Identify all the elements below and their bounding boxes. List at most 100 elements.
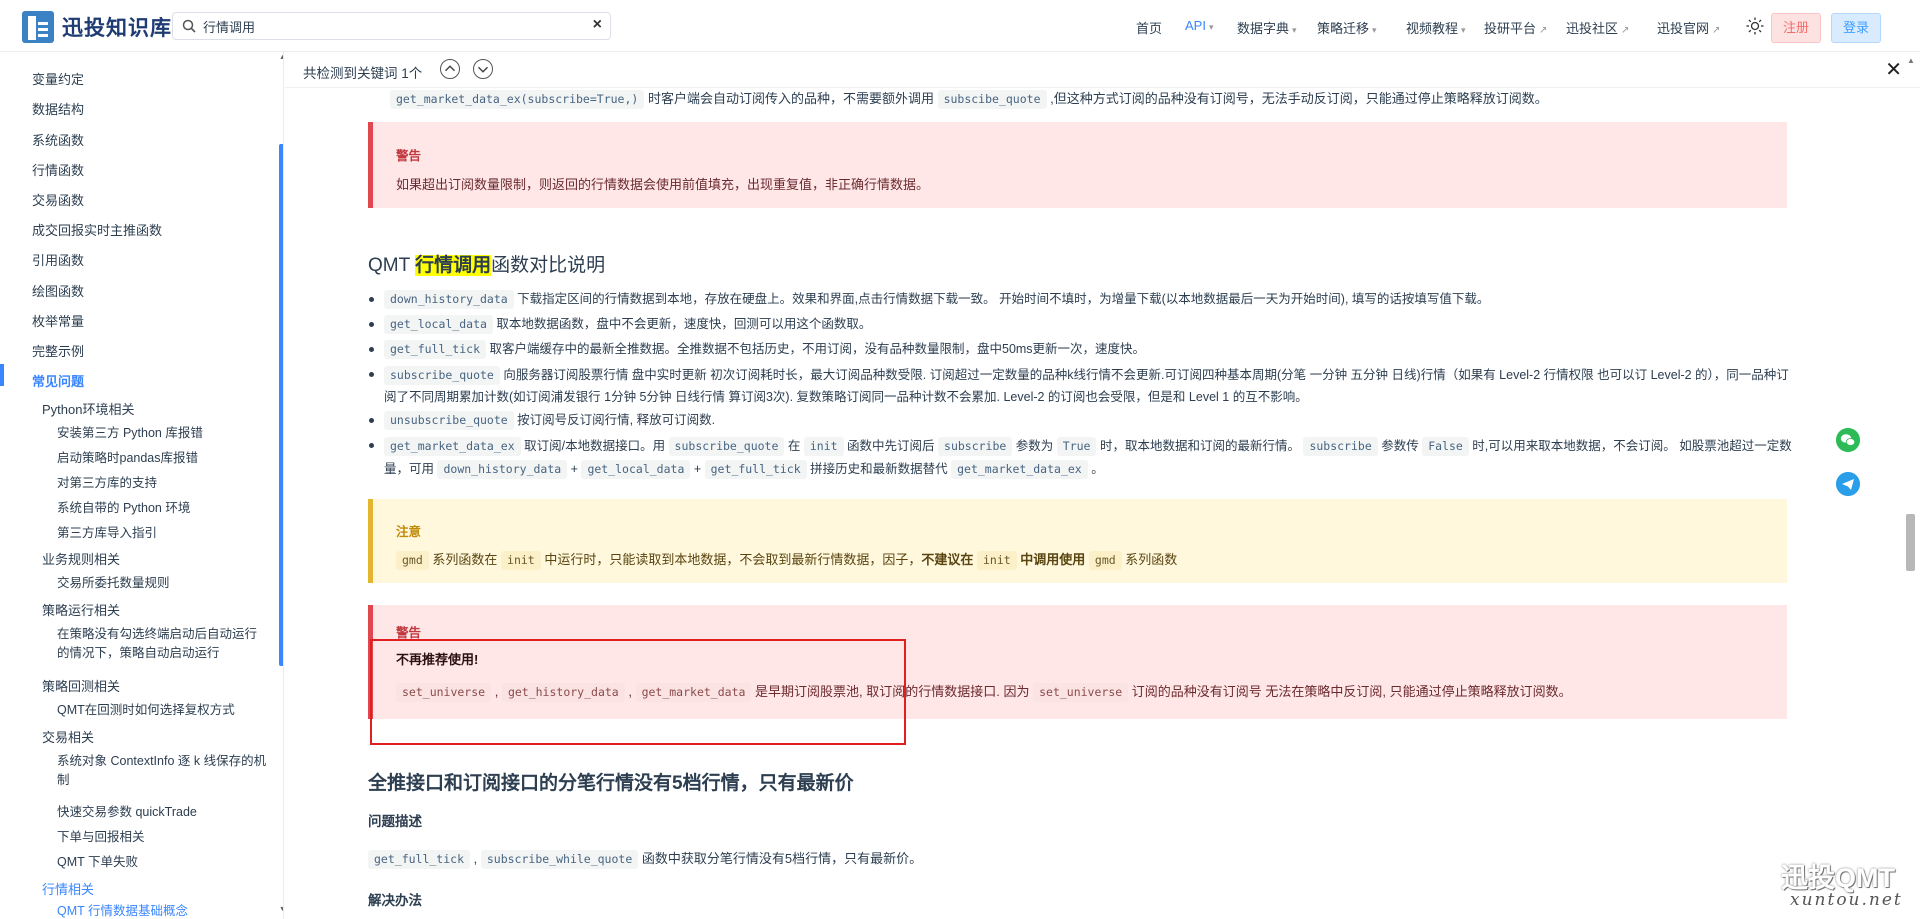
find-bar: 共检测到关键词 1个 ✕ (285, 52, 1920, 88)
sidebar-item-trade-func[interactable]: 交易函数 (32, 190, 84, 209)
code-snippet: get_market_data_ex (951, 460, 1088, 479)
sidebar-item-trade-4[interactable]: QMT 下单失败 (57, 853, 267, 872)
sidebar-item-run-1[interactable]: 在策略没有勾选终端启动后自动运行的情况下，策略自动启动运行 (57, 625, 267, 663)
note-text: gmd 系列函数在 init 中运行时，只能读取到本地数据，不会取到最新行情数据… (396, 549, 1177, 570)
find-result-text: 共检测到关键词 1个 (303, 66, 423, 81)
code-snippet: init (501, 551, 541, 570)
sidebar-item-plot-func[interactable]: 绘图函数 (32, 281, 84, 300)
sidebar-group-trade[interactable]: 交易相关 (42, 727, 94, 746)
sidebar-item-trade-1[interactable]: 系统对象 ContextInfo 逐 k 线保存的机制 (57, 752, 267, 790)
clear-search-icon[interactable]: × (593, 16, 602, 34)
nav-official[interactable]: 迅投官网 ↗ (1657, 18, 1720, 37)
sidebar-group-biz-rules[interactable]: 业务规则相关 (42, 549, 120, 568)
page-scroll-up-icon[interactable]: ▲ (1907, 56, 1915, 65)
nav-api[interactable]: API ▾ (1185, 18, 1214, 33)
text: 系列函数 (1121, 552, 1178, 567)
nav-research[interactable]: 投研平台 ↗ (1484, 18, 1547, 37)
code-snippet: get_market_data_ex (384, 437, 521, 456)
problem-text: get_full_tick , subscribe_while_quote 函数… (368, 848, 922, 869)
sidebar-item-trade-2[interactable]: 快速交易参数 quickTrade (57, 803, 267, 822)
text: 按订阅号反订阅行情, 释放可订阅数. (513, 413, 716, 427)
sidebar-item-python-2[interactable]: 启动策略时pandas库报错 (57, 449, 267, 468)
sidebar-item-python-4[interactable]: 系统自带的 Python 环境 (57, 499, 267, 518)
find-next-icon[interactable] (473, 59, 493, 79)
telegram-icon[interactable] (1836, 472, 1860, 496)
sidebar-item-system-func[interactable]: 系统函数 (32, 130, 84, 149)
find-close-icon[interactable]: ✕ (1885, 57, 1902, 82)
code-snippet: get_market_data_ex(subscribe=True,) (390, 90, 645, 109)
code-snippet: init (803, 437, 844, 456)
page-scrollbar[interactable] (1906, 514, 1915, 571)
text: 取本地数据函数，盘中不会更新，速度快，回测可以用这个函数取。 (492, 317, 872, 331)
nav-community[interactable]: 迅投社区 ↗ (1566, 18, 1629, 37)
chevron-down-icon: ▾ (1461, 25, 1466, 35)
nav-official-label: 迅投官网 (1657, 21, 1710, 36)
sidebar-item-python-5[interactable]: 第三方库导入指引 (57, 524, 267, 543)
code-snippet: set_universe (1033, 683, 1129, 702)
external-link-icon: ↗ (1539, 25, 1548, 36)
sidebar-item-faq[interactable]: 常见问题 (32, 371, 84, 390)
code-snippet: get_local_data (581, 460, 691, 479)
sidebar-item-ref-func[interactable]: 引用函数 (32, 250, 84, 269)
sidebar-group-python-env[interactable]: Python环境相关 (42, 399, 134, 418)
code-snippet: gmd (1088, 551, 1122, 570)
scroll-down-icon[interactable]: ▼ (279, 906, 283, 913)
list-item: get_local_data 取本地数据函数，盘中不会更新，速度快，回测可以用这… (368, 314, 1798, 339)
external-link-icon: ↗ (1712, 25, 1721, 36)
section-heading: 全推接口和订阅接口的分笔行情没有5档行情，只有最新价 (368, 773, 854, 794)
nav-data-dict[interactable]: 数据字典 ▾ (1237, 18, 1297, 37)
sidebar-item-quote-1[interactable]: QMT 行情数据基础概念 (57, 902, 267, 919)
sidebar-item-python-1[interactable]: 安装第三方 Python 库报错 (57, 424, 267, 443)
nav-home[interactable]: 首页 (1136, 18, 1162, 37)
sidebar-item-quote-func[interactable]: 行情函数 (32, 160, 84, 179)
code-snippet: False (1422, 437, 1469, 456)
brand-name[interactable]: 迅投知识库 (62, 12, 172, 42)
external-link-icon: ↗ (1621, 25, 1630, 36)
list-item: down_history_data 下载指定区间的行情数据到本地，存放在硬盘上。… (368, 289, 1798, 314)
text: 函数中先订阅后 (843, 439, 939, 453)
find-prev-icon[interactable] (440, 59, 460, 79)
warning-title: 警告 (396, 149, 422, 163)
scroll-up-icon[interactable]: ▲ (279, 54, 283, 61)
sidebar-item-biz-1[interactable]: 交易所委托数量规则 (57, 574, 267, 593)
sidebar-item-examples[interactable]: 完整示例 (32, 341, 84, 360)
heading-suffix: 函数对比说明 (491, 255, 606, 276)
code-snippet: True (1056, 437, 1097, 456)
text: 取客户端缓存中的最新全推数据。全推数据不包括历史，不用订阅，没有品种数量限制，盘… (486, 342, 1146, 356)
search-input[interactable] (203, 16, 583, 36)
list-item: unsubscribe_quote 按订阅号反订阅行情, 释放可订阅数. (368, 410, 1798, 435)
wechat-icon[interactable] (1836, 428, 1860, 452)
bold-text: 中调用使用 (1016, 552, 1089, 567)
function-list: down_history_data 下载指定区间的行情数据到本地，存放在硬盘上。… (368, 289, 1798, 483)
nav-community-label: 迅投社区 (1566, 21, 1619, 36)
sidebar-group-quote[interactable]: 行情相关 (42, 879, 94, 898)
sidebar-group-backtest[interactable]: 策略回测相关 (42, 676, 120, 695)
logo-icon[interactable] (20, 8, 56, 44)
sidebar-group-strategy-run[interactable]: 策略运行相关 (42, 600, 120, 619)
text: 参数传 (1377, 439, 1423, 453)
sidebar-item-enum[interactable]: 枚举常量 (32, 311, 84, 330)
register-button[interactable]: 注册 (1771, 13, 1821, 43)
warning-box: 警告 如果超出订阅数量限制，则返回的行情数据会使用前值填充，出现重复值，非正确行… (368, 122, 1787, 208)
code-snippet: subscribe_while_quote (480, 850, 639, 869)
text: 拼接历史和最新数据替代 (806, 462, 952, 476)
login-button[interactable]: 登录 (1831, 13, 1881, 43)
nav-api-label: API (1185, 18, 1206, 33)
sidebar-scrollbar[interactable] (279, 144, 283, 666)
nav-strategy-migrate[interactable]: 策略迁移 ▾ (1317, 18, 1377, 37)
sidebar-item-trade-3[interactable]: 下单与回报相关 (57, 828, 267, 847)
annotation-rectangle (370, 639, 906, 745)
text: 。 (1087, 462, 1104, 476)
sidebar-item-variables[interactable]: 变量约定 (32, 69, 84, 88)
sidebar-item-data-structure[interactable]: 数据结构 (32, 99, 84, 118)
nav-video[interactable]: 视频教程 ▾ (1406, 18, 1466, 37)
sidebar-item-backtest-1[interactable]: QMT在回测时如何选择复权方式 (57, 701, 267, 720)
sidebar-item-python-3[interactable]: 对第三方库的支持 (57, 474, 267, 493)
code-snippet: get_full_tick (704, 460, 807, 479)
heading-prefix: QMT (368, 255, 416, 276)
theme-toggle-icon[interactable] (1746, 17, 1764, 35)
text: 中运行时，只能读取到本地数据，不会取到最新行情数据，因子， (540, 552, 922, 567)
text: 系列函数在 (428, 552, 502, 567)
search-box[interactable]: × (172, 12, 611, 40)
sidebar-item-push-func[interactable]: 成交回报实时主推函数 (32, 220, 162, 239)
